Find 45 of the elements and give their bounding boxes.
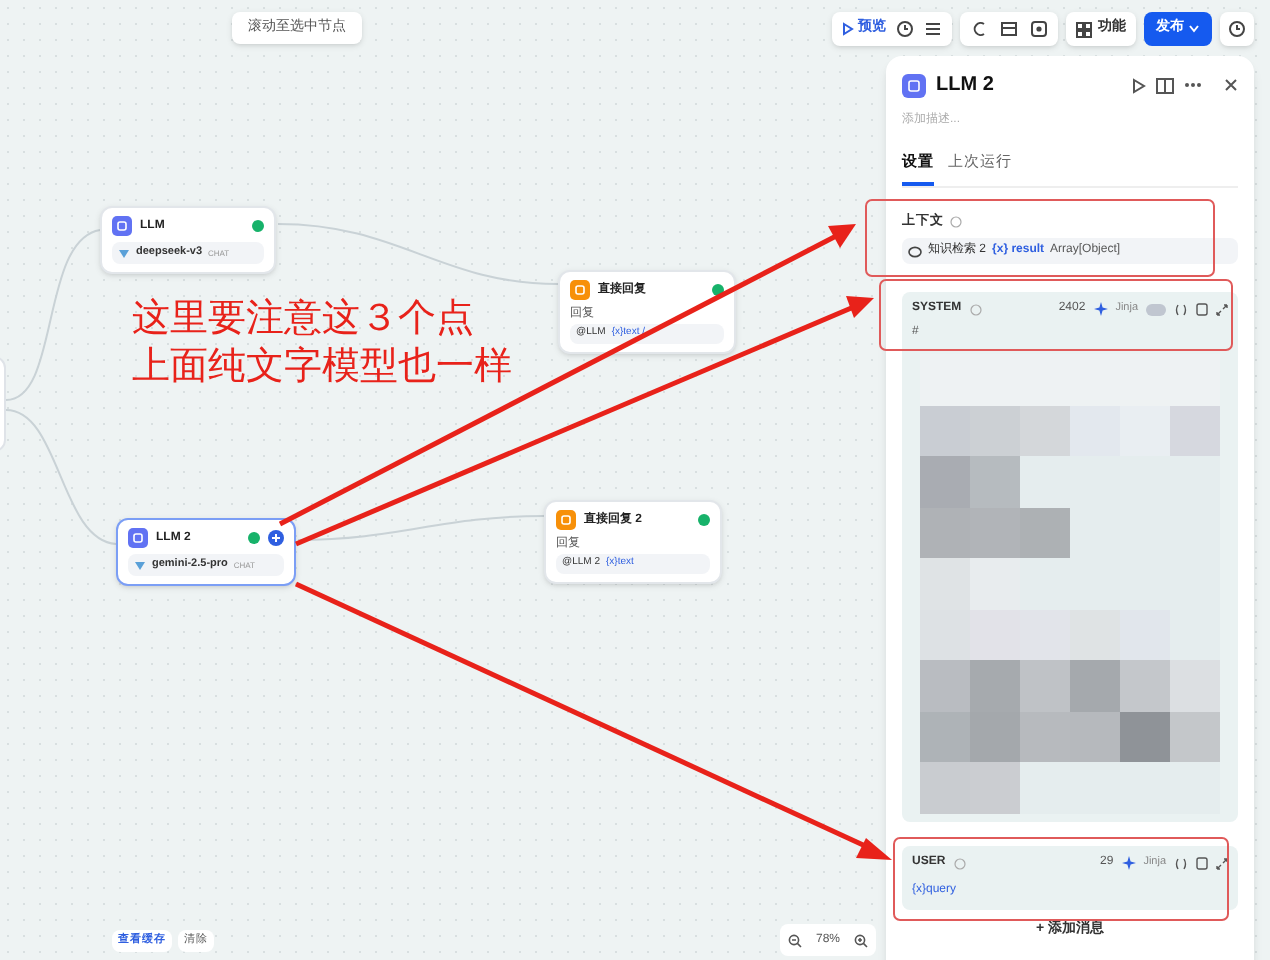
panel-title: LLM 2 [936, 72, 996, 100]
zoom-in-icon [853, 933, 868, 947]
annotation-text: 上面纯文字模型也一样 [132, 344, 512, 392]
expand-icon [1216, 857, 1228, 869]
success-icon [252, 220, 264, 232]
model-icon [134, 559, 146, 571]
variable-icon [1174, 303, 1188, 315]
history-button[interactable] [1220, 12, 1254, 46]
clock-icon [1228, 20, 1246, 38]
llm-icon [902, 73, 926, 97]
knowledge-icon [908, 245, 922, 257]
checklist-icon [924, 20, 942, 38]
split-view-icon [1156, 77, 1174, 93]
copy-icon [1196, 856, 1208, 870]
reply-icon [570, 280, 590, 300]
close-icon [1224, 78, 1238, 92]
expand-icon [1216, 303, 1228, 315]
more-icon [1184, 82, 1202, 88]
rotate-icon [970, 20, 988, 38]
grid-icon [1076, 21, 1092, 37]
window-icon [1000, 20, 1018, 38]
success-icon [712, 284, 724, 296]
success-icon [698, 514, 710, 526]
llm-icon [128, 528, 148, 548]
success-icon [248, 532, 260, 544]
jinja-toggle[interactable] [1146, 303, 1166, 315]
edge-line [5, 409, 117, 545]
add-icon [268, 530, 284, 546]
record-icon [1030, 20, 1048, 38]
copy-icon [1196, 302, 1208, 316]
sparkle-icon [1093, 302, 1108, 316]
model-icon [118, 247, 130, 259]
annotation-text: 这里要注意这３个点 [132, 296, 476, 344]
info-icon [950, 216, 962, 229]
play-icon [1132, 77, 1146, 93]
info-icon [969, 303, 982, 315]
play-icon [842, 22, 854, 36]
clock-icon [896, 20, 914, 38]
zoom-out-icon [788, 933, 802, 947]
info-icon [953, 857, 966, 869]
sparkle-icon [1121, 856, 1136, 870]
llm-icon [112, 216, 132, 236]
variable-icon [1174, 857, 1188, 869]
reply-icon [556, 510, 576, 530]
caret-icon [1188, 24, 1200, 34]
